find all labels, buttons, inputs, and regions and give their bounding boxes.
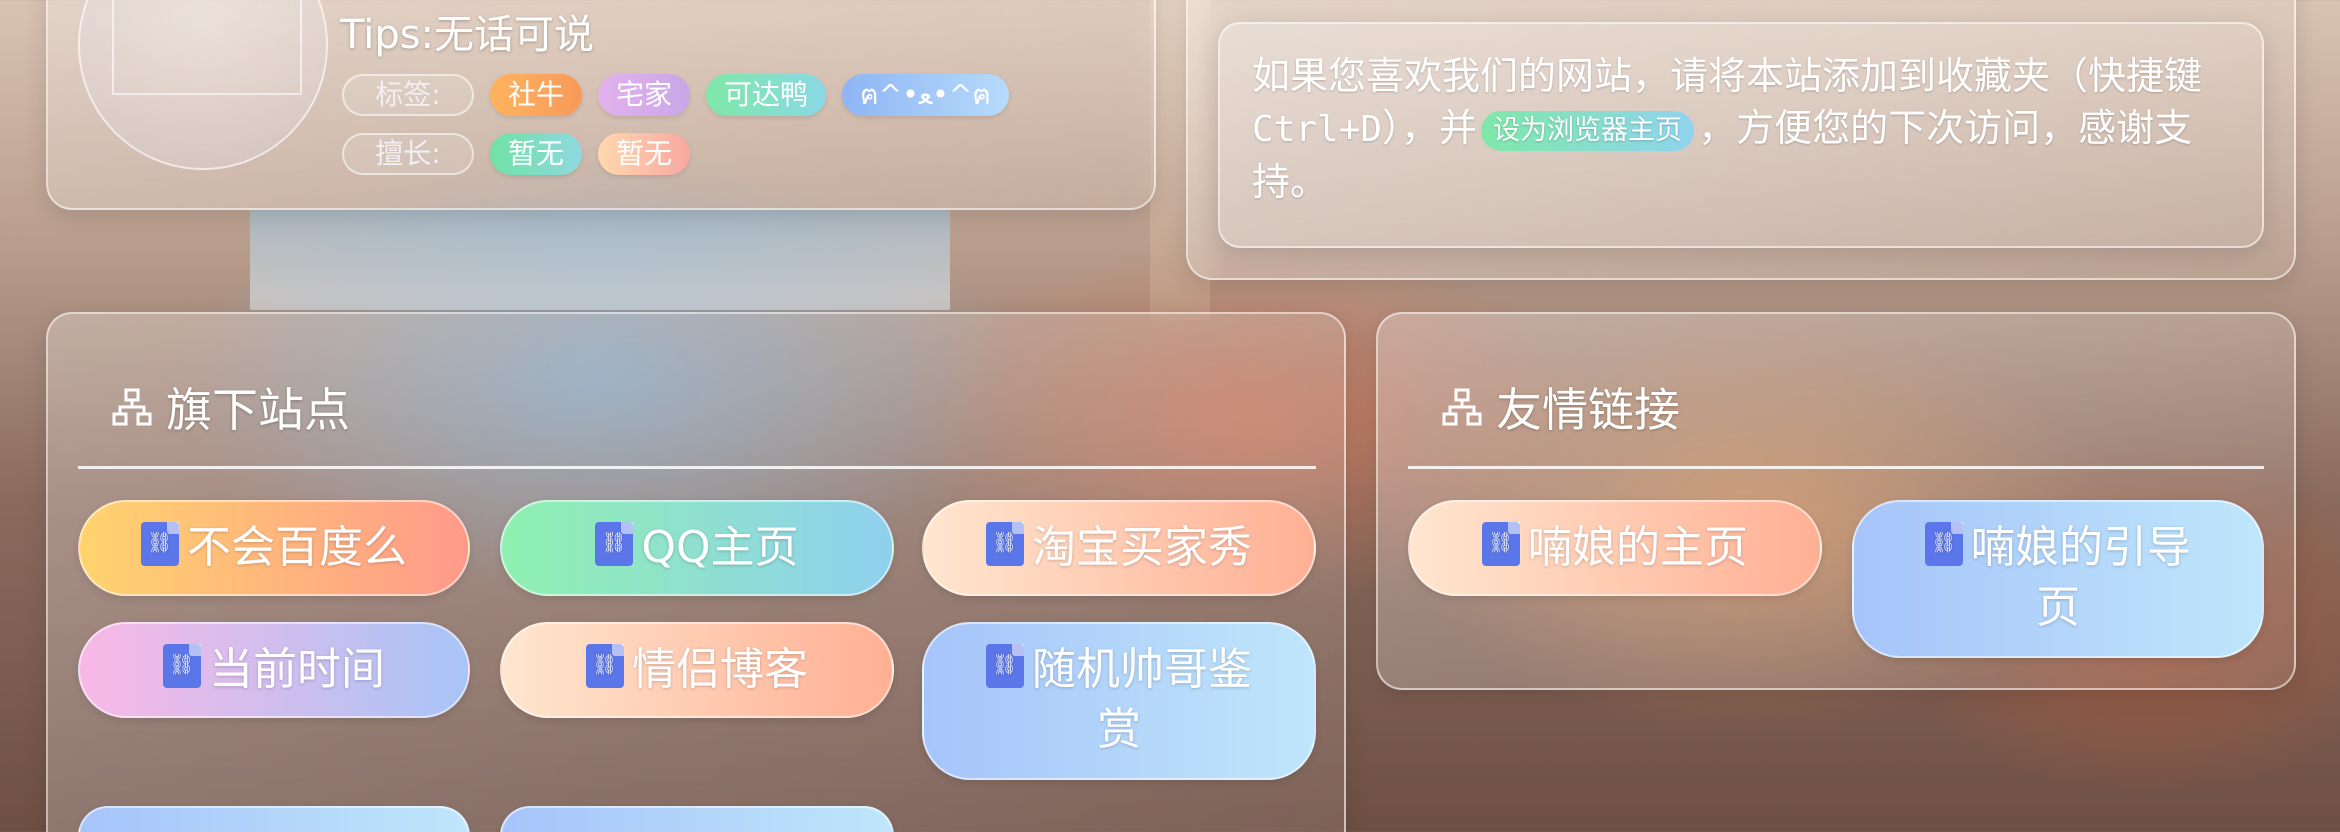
site-link-label: 情侣博客: [632, 644, 808, 695]
friend-link-guide[interactable]: 喃娘的引导页: [1852, 500, 2264, 658]
site-link-partial[interactable]: [500, 806, 894, 832]
site-link-taobao[interactable]: 淘宝买家秀: [922, 500, 1316, 596]
site-link-label: QQ主页: [641, 522, 799, 573]
notice-text-before: 如果您喜欢我们的网站，请将本站添加到收藏夹（快捷键: [1252, 54, 2203, 98]
tag: ฅ^•ﻌ•^ฅ: [842, 74, 1009, 116]
link-file-icon: [586, 644, 624, 688]
site-link-label: 随机帅哥鉴赏: [1032, 644, 1252, 755]
sites-title-label: 旗下站点: [166, 383, 350, 437]
site-link-label: 淘宝买家秀: [1032, 522, 1252, 573]
sites-divider: [78, 466, 1316, 469]
tag: 可达鸭: [706, 74, 827, 116]
link-file-icon: [986, 644, 1024, 688]
site-link-baidu[interactable]: 不会百度么: [78, 500, 470, 596]
skills-label: 擅长:: [342, 133, 474, 175]
friend-link-label: 喃娘的引导页: [1971, 522, 2191, 633]
site-link-label: 当前时间: [209, 644, 385, 695]
link-file-icon: [163, 644, 201, 688]
friends-title-label: 友情链接: [1496, 383, 1680, 437]
friend-link-label: 喃娘的主页: [1528, 522, 1748, 573]
link-file-icon: [986, 522, 1024, 566]
tag: 宅家: [598, 74, 691, 116]
sitemap-icon: [112, 388, 152, 426]
link-file-icon: [141, 522, 179, 566]
friends-title: 友情链接: [1442, 374, 1680, 440]
link-file-icon: [1925, 522, 1963, 566]
notice-shortcut: Ctrl+D: [1252, 109, 1383, 150]
tags-row: 标签: 社牛 宅家 可达鸭 ฅ^•ﻌ•^ฅ: [342, 74, 1009, 116]
skill-tag: 暂无: [598, 133, 691, 175]
site-link-qq[interactable]: QQ主页: [500, 500, 894, 596]
site-link-couple-blog[interactable]: 情侣博客: [500, 622, 894, 718]
skill-tag: 暂无: [490, 133, 583, 175]
profile-tips: Tips:无话可说: [340, 12, 595, 58]
sites-title: 旗下站点: [112, 374, 350, 440]
site-link-time[interactable]: 当前时间: [78, 622, 470, 718]
friends-divider: [1408, 466, 2264, 469]
site-link-partial[interactable]: [78, 806, 470, 832]
skills-row: 擅长: 暂无 暂无: [342, 133, 691, 175]
notice-text: 如果您喜欢我们的网站，请将本站添加到收藏夹（快捷键 Ctrl+D），并 设为浏览器主…: [1252, 50, 2232, 208]
site-link-label: 不会百度么: [187, 522, 407, 573]
friend-link-home[interactable]: 喃娘的主页: [1408, 500, 1822, 596]
sitemap-icon: [1442, 388, 1482, 426]
site-link-random[interactable]: 随机帅哥鉴赏: [922, 622, 1316, 780]
tag: 社牛: [490, 74, 583, 116]
notice-text-mid: ），并: [1382, 106, 1478, 150]
background-window: [250, 210, 950, 310]
set-home-button[interactable]: 设为浏览器主页: [1481, 110, 1695, 151]
avatar-frame: [112, 0, 302, 95]
link-file-icon: [595, 522, 634, 566]
link-file-icon: [1482, 522, 1520, 566]
tags-label: 标签:: [342, 74, 474, 116]
